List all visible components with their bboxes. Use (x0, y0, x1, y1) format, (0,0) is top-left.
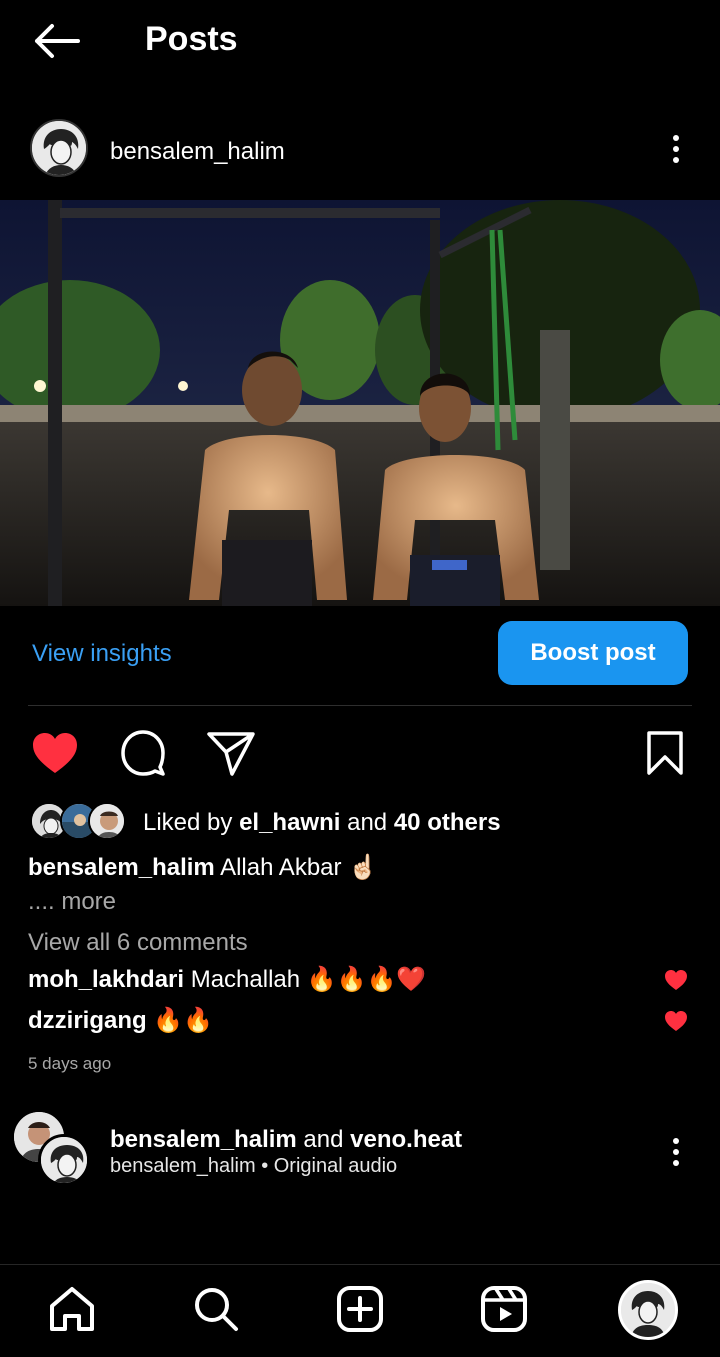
insights-row: View insights Boost post (0, 620, 720, 690)
liker-username[interactable]: el_hawni (239, 809, 340, 836)
post-actions (0, 722, 720, 782)
likes-summary: Liked by el_hawni and 40 others (143, 809, 501, 837)
likes-others[interactable]: 40 others (394, 809, 501, 836)
profile-avatar[interactable] (618, 1280, 678, 1340)
home-icon[interactable] (46, 1283, 98, 1335)
original-audio-link[interactable]: bensalem_halim • Original audio (110, 1155, 397, 1178)
caption-username[interactable]: bensalem_halim (28, 854, 215, 881)
post-timestamp: 5 days ago (28, 1054, 112, 1073)
divider (28, 705, 692, 706)
comment-item: moh_lakhdari Machallah 🔥🔥🔥❤️ (28, 965, 720, 999)
view-all-comments-link[interactable]: View all 6 comments (28, 929, 248, 957)
post-caption: bensalem_halim Allah Akbar ☝🏻 (28, 853, 378, 882)
comment-username[interactable]: dzzirigang (28, 1007, 147, 1034)
boost-post-button[interactable]: Boost post (498, 621, 688, 685)
liker-avatar (88, 802, 126, 840)
create-post-icon[interactable] (334, 1283, 386, 1335)
comment-heart-icon[interactable] (664, 1010, 688, 1039)
comment-heart-icon[interactable] (664, 969, 688, 998)
post-photo[interactable] (0, 200, 720, 606)
send-icon[interactable] (206, 728, 256, 778)
liker-avatars (30, 802, 130, 842)
more-vertical-icon[interactable] (664, 129, 688, 169)
search-icon[interactable] (190, 1283, 242, 1335)
caption-text: Allah Akbar ☝🏻 (220, 854, 379, 881)
more-vertical-icon[interactable] (664, 1132, 688, 1172)
comment-item: dzzirigang 🔥🔥 (28, 1006, 720, 1040)
top-bar: Posts (0, 0, 720, 84)
comment-username[interactable]: moh_lakhdari (28, 966, 184, 993)
next-post-user2[interactable]: veno.heat (350, 1126, 462, 1153)
next-post-title: bensalem_halim and veno.heat (110, 1126, 462, 1154)
heart-filled-icon[interactable] (30, 728, 80, 778)
reels-icon[interactable] (478, 1283, 530, 1335)
bottom-nav (0, 1264, 720, 1357)
next-post-user1[interactable]: bensalem_halim (110, 1126, 297, 1153)
page-title: Posts (145, 20, 238, 58)
comment-icon[interactable] (118, 728, 168, 778)
post-author-username[interactable]: bensalem_halim (110, 138, 285, 166)
comment-text: Machallah 🔥🔥🔥❤️ (190, 966, 427, 993)
comment-text: 🔥🔥 (153, 1007, 214, 1034)
back-arrow-icon[interactable] (28, 18, 84, 64)
bookmark-icon[interactable] (640, 728, 690, 778)
likes-row[interactable]: Liked by el_hawni and 40 others (0, 800, 720, 844)
caption-more-link[interactable]: .... more (28, 888, 116, 916)
next-post-conj: and (303, 1126, 344, 1153)
post-header: bensalem_halim (0, 112, 720, 194)
author-avatar[interactable] (38, 1134, 90, 1186)
next-post-header: bensalem_halim and veno.heat bensalem_ha… (0, 1108, 720, 1198)
likes-conj: and (347, 809, 388, 836)
likes-prefix: Liked by (143, 809, 233, 836)
view-insights-link[interactable]: View insights (32, 640, 172, 668)
post-author-avatar[interactable] (30, 119, 88, 177)
